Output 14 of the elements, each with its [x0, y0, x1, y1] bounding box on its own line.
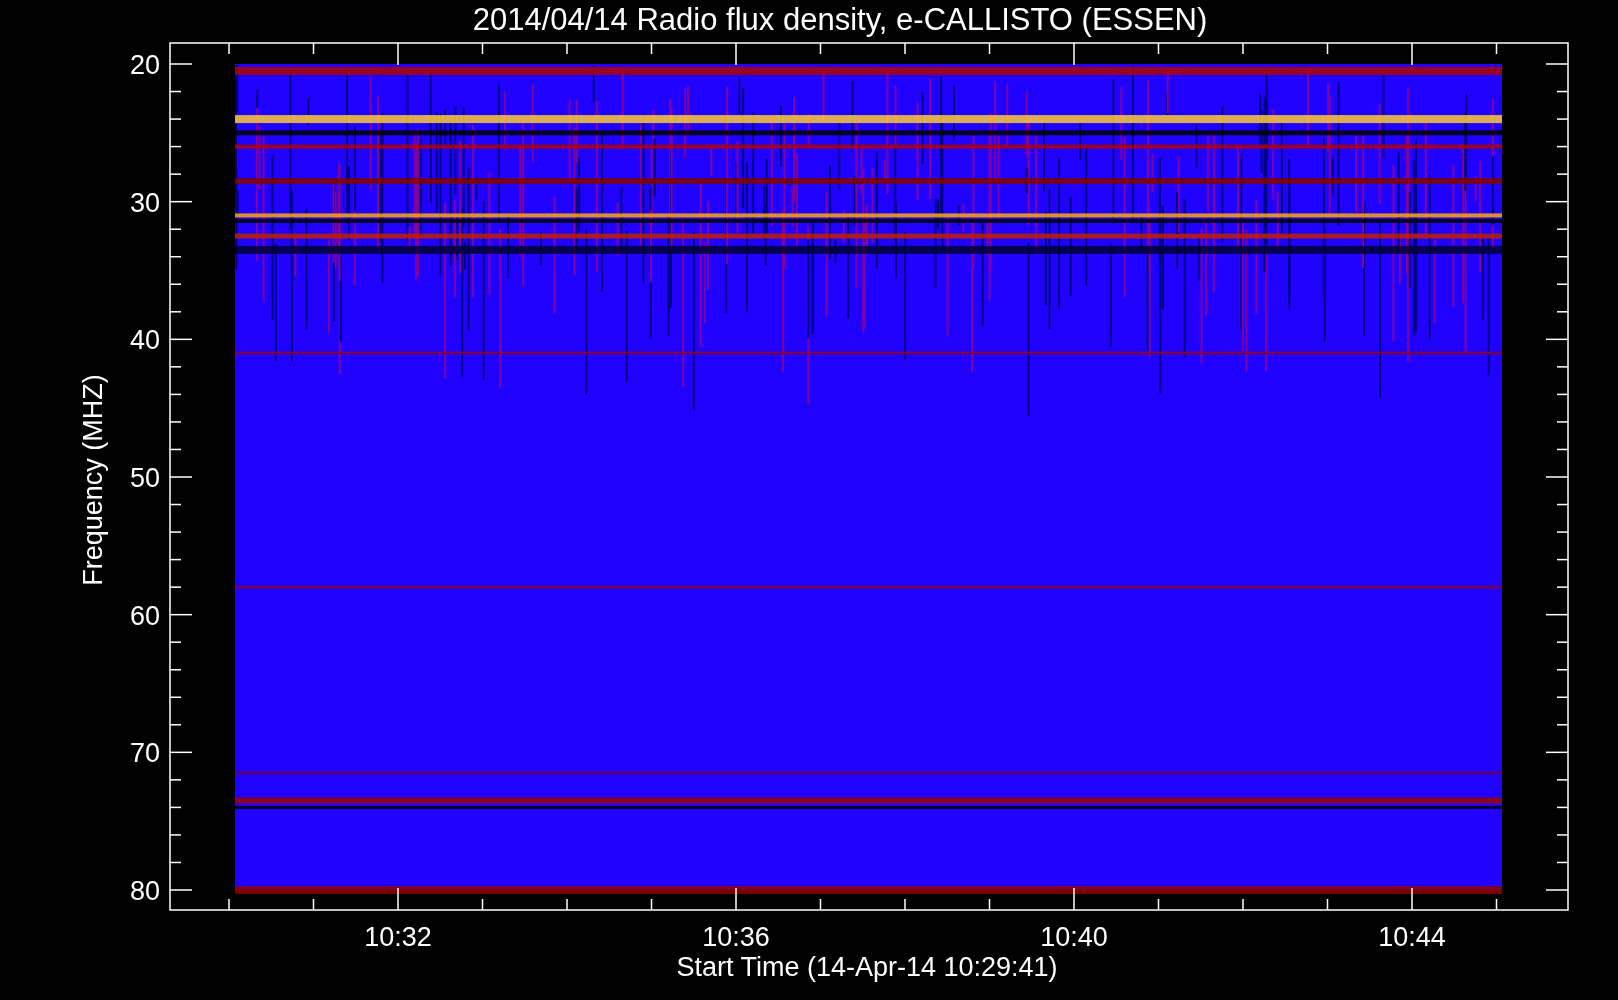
x-tick-label: 10:36: [702, 922, 770, 952]
y-tick-label: 30: [129, 187, 160, 218]
y-tick-label: 50: [129, 463, 160, 493]
x-tick-label: 10:40: [1040, 922, 1108, 952]
chart-title: 2014/04/14 Radio flux density, e-CALLISTO (ESSEN): [472, 2, 1208, 37]
y-axis-title: Frequency (MHZ): [78, 374, 108, 586]
y-tick-label: 70: [129, 738, 160, 769]
y-tick-label: 60: [129, 600, 160, 631]
y-tick-label: 40: [129, 325, 160, 356]
y-tick-label: 80: [129, 876, 160, 906]
x-tick-label: 10:44: [1378, 922, 1446, 952]
x-axis-title: Start Time (14-Apr-14 10:29:41): [676, 952, 1058, 982]
y-tick-label: 20: [129, 50, 160, 80]
x-tick-label: 10:32: [364, 922, 432, 952]
